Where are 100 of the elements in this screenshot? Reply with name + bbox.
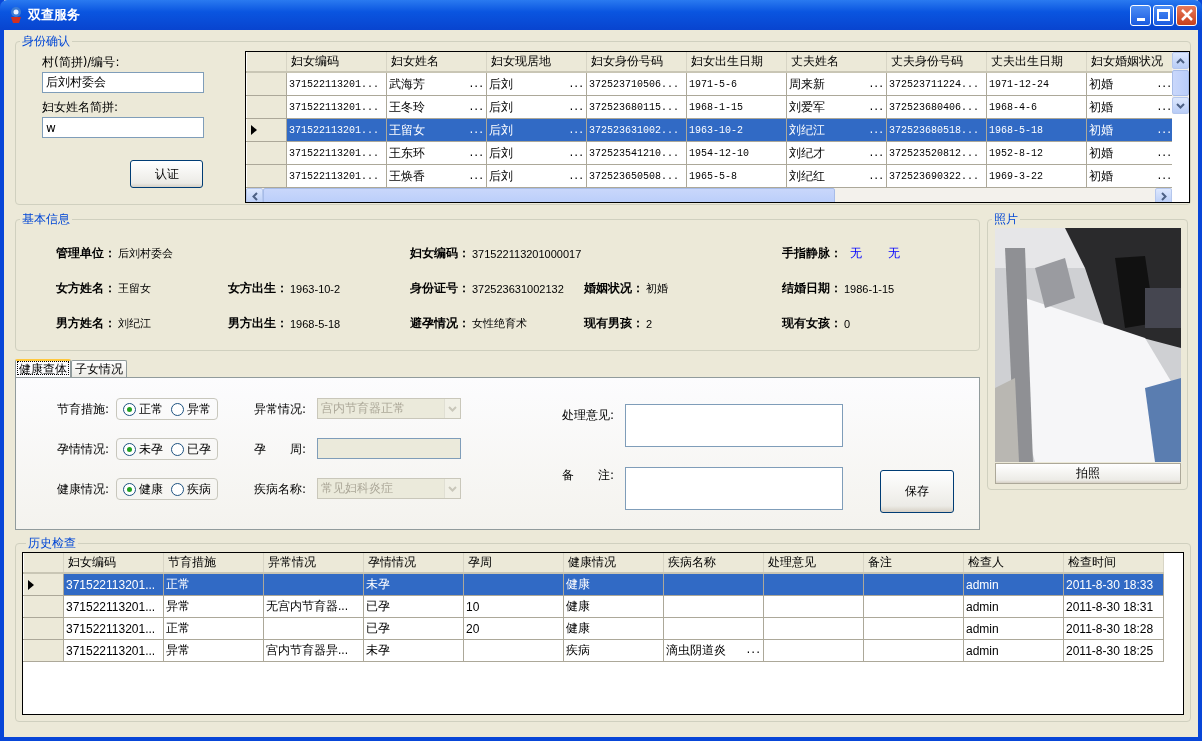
- table-row[interactable]: 371522113201... 王焕香 ... 后刘 ... 372523650508... 1965-5-8 刘纪红 ... 372523690322... 1969-3-22 初婚 ...: [246, 164, 1172, 188]
- radio-button[interactable]: [171, 442, 184, 456]
- radio-option[interactable]: 正常: [123, 400, 163, 418]
- ellipsis-button[interactable]: ...: [469, 167, 484, 185]
- field-label: 备 注:: [562, 466, 616, 484]
- column-header[interactable]: 妇女姓名: [386, 52, 487, 72]
- verify-button[interactable]: 认证: [130, 160, 203, 188]
- column-header[interactable]: 丈夫身份号码: [886, 52, 987, 72]
- horizontal-scrollbar[interactable]: [246, 188, 1172, 202]
- table-row[interactable]: 371522113201... 王留女 ... 后刘 ... 372523631002... 1963-10-2 刘纪江 ... 372523680518... 1968-5-18 初婚 ...: [246, 118, 1172, 142]
- ellipsis-button[interactable]: ...: [569, 75, 584, 93]
- ellipsis-button[interactable]: ...: [469, 144, 484, 162]
- cell-text: 初婚: [1089, 144, 1113, 162]
- radio-option[interactable]: 未孕: [123, 440, 163, 458]
- radio-button[interactable]: [123, 442, 136, 456]
- column-header[interactable]: 节育措施: [163, 553, 264, 573]
- scroll-down-button[interactable]: [1172, 97, 1189, 114]
- table-row[interactable]: 371522113201... 武海芳 ... 后刘 ... 372523710506... 1971-5-6 周来新 ... 372523711224... 1971-12-24 初婚 ...: [246, 72, 1172, 96]
- ellipsis-button[interactable]: ...: [569, 167, 584, 185]
- table-row[interactable]: 371522113201... 正常 已孕 20 健康 admin 2011-8-30 18:28: [23, 617, 1164, 640]
- ellipsis-button[interactable]: ...: [869, 75, 884, 93]
- radio-button[interactable]: [123, 402, 136, 416]
- tab[interactable]: 健康查体: [15, 359, 71, 377]
- ellipsis-button[interactable]: ...: [469, 75, 484, 93]
- ellipsis-button[interactable]: ...: [869, 98, 884, 116]
- scroll-thumb[interactable]: [1172, 70, 1189, 96]
- chevron-down-icon: [448, 485, 457, 492]
- field-label: 健康情况:: [57, 481, 111, 498]
- info-value: 王留女: [118, 281, 151, 296]
- info-label: 妇女编码：: [410, 245, 470, 262]
- column-header[interactable]: 妇女身份号码: [586, 52, 687, 72]
- minimize-icon: [1136, 17, 1145, 21]
- ellipsis-button[interactable]: ...: [569, 121, 584, 139]
- link[interactable]: 无: [888, 245, 900, 262]
- column-header[interactable]: 孕情情况: [363, 553, 464, 573]
- ellipsis-button[interactable]: ...: [1157, 144, 1172, 162]
- radio-option[interactable]: 异常: [171, 400, 211, 418]
- ellipsis-button[interactable]: ...: [1157, 167, 1172, 185]
- column-header[interactable]: 妇女婚姻状况: [1086, 52, 1172, 72]
- table-cell: 2011-8-30 18:28: [1063, 617, 1164, 640]
- save-button[interactable]: 保存: [880, 470, 954, 513]
- text-area[interactable]: [625, 466, 843, 510]
- radio-button[interactable]: [171, 482, 184, 496]
- row-pointer-icon: [28, 579, 34, 590]
- tab[interactable]: 子女情况: [71, 360, 127, 377]
- ellipsis-button[interactable]: ...: [1157, 98, 1172, 116]
- ellipsis-button[interactable]: ...: [469, 98, 484, 116]
- radio-button[interactable]: [123, 482, 136, 496]
- ellipsis-button[interactable]: ...: [746, 642, 761, 659]
- capture-button[interactable]: 拍照: [994, 463, 1181, 484]
- close-button[interactable]: [1176, 4, 1197, 26]
- radio-button[interactable]: [171, 402, 184, 416]
- ellipsis-button[interactable]: ...: [869, 121, 884, 139]
- column-header[interactable]: 丈夫出生日期: [986, 52, 1087, 72]
- column-header[interactable]: 丈夫姓名: [786, 52, 887, 72]
- scroll-right-button[interactable]: [1155, 188, 1172, 202]
- column-header[interactable]: 处理意见: [763, 553, 864, 573]
- link[interactable]: 无: [850, 245, 862, 262]
- text-area[interactable]: [625, 404, 843, 447]
- ellipsis-button[interactable]: ...: [1157, 121, 1172, 139]
- ellipsis-button[interactable]: ...: [569, 144, 584, 162]
- column-header[interactable]: 妇女出生日期: [686, 52, 787, 72]
- radio-option[interactable]: 已孕: [171, 440, 211, 458]
- info-label: 现有男孩：: [584, 315, 644, 332]
- table-row[interactable]: 371522113201... 异常 宫内节育器异... 未孕 疾病 滴虫阴道炎 ... admin 2011-8-30 18:25: [23, 639, 1164, 662]
- column-header[interactable]: 检查时间: [1063, 553, 1164, 573]
- scroll-left-button[interactable]: [246, 188, 263, 202]
- table-row[interactable]: 371522113201... 王冬玲 ... 后刘 ... 372523680115... 1968-1-15 刘爱军 ... 372523680406... 1968-4-6 初婚 ...: [246, 95, 1172, 119]
- column-header[interactable]: 妇女编码: [286, 52, 387, 72]
- table-cell: 372523520812...: [886, 141, 987, 165]
- maximize-button[interactable]: [1153, 4, 1174, 26]
- table-row[interactable]: 371522113201... 王东环 ... 后刘 ... 372523541210... 1954-12-10 刘纪才 ... 372523520812... 1952-8-12 初婚 ...: [246, 141, 1172, 165]
- ellipsis-button[interactable]: ...: [869, 144, 884, 162]
- row-header[interactable]: [246, 118, 287, 142]
- input-field[interactable]: 后刘村委会: [42, 72, 204, 93]
- table-cell: 1965-5-8: [686, 164, 787, 188]
- column-header[interactable]: 孕周: [463, 553, 564, 573]
- column-header[interactable]: 疾病名称: [663, 553, 764, 573]
- row-header[interactable]: [23, 573, 64, 596]
- info-label: 现有女孩：: [782, 315, 842, 332]
- radio-option[interactable]: 健康: [123, 480, 163, 498]
- column-header[interactable]: 检查人: [963, 553, 1064, 573]
- column-header[interactable]: 妇女编码: [63, 553, 164, 573]
- scroll-up-button[interactable]: [1172, 52, 1189, 69]
- table-row[interactable]: 371522113201... 正常 未孕 健康 admin 2011-8-30 18:33: [23, 573, 1164, 596]
- column-header[interactable]: 健康情况: [563, 553, 664, 573]
- table-row[interactable]: 371522113201... 异常 无宫内节育器... 已孕 10 健康 admin 2011-8-30 18:31: [23, 595, 1164, 618]
- input-field[interactable]: w: [42, 117, 204, 138]
- ellipsis-button[interactable]: ...: [869, 167, 884, 185]
- column-header[interactable]: 妇女现居地: [486, 52, 587, 72]
- table-cell: 1971-12-24: [986, 72, 1087, 96]
- column-header[interactable]: 备注: [863, 553, 964, 573]
- ellipsis-button[interactable]: ...: [469, 121, 484, 139]
- column-header[interactable]: 异常情况: [263, 553, 364, 573]
- radio-option[interactable]: 疾病: [171, 480, 211, 498]
- ellipsis-button[interactable]: ...: [1157, 75, 1172, 93]
- minimize-button[interactable]: [1130, 4, 1151, 26]
- scroll-thumb[interactable]: [263, 188, 835, 202]
- vertical-scrollbar[interactable]: [1172, 52, 1189, 114]
- ellipsis-button[interactable]: ...: [569, 98, 584, 116]
